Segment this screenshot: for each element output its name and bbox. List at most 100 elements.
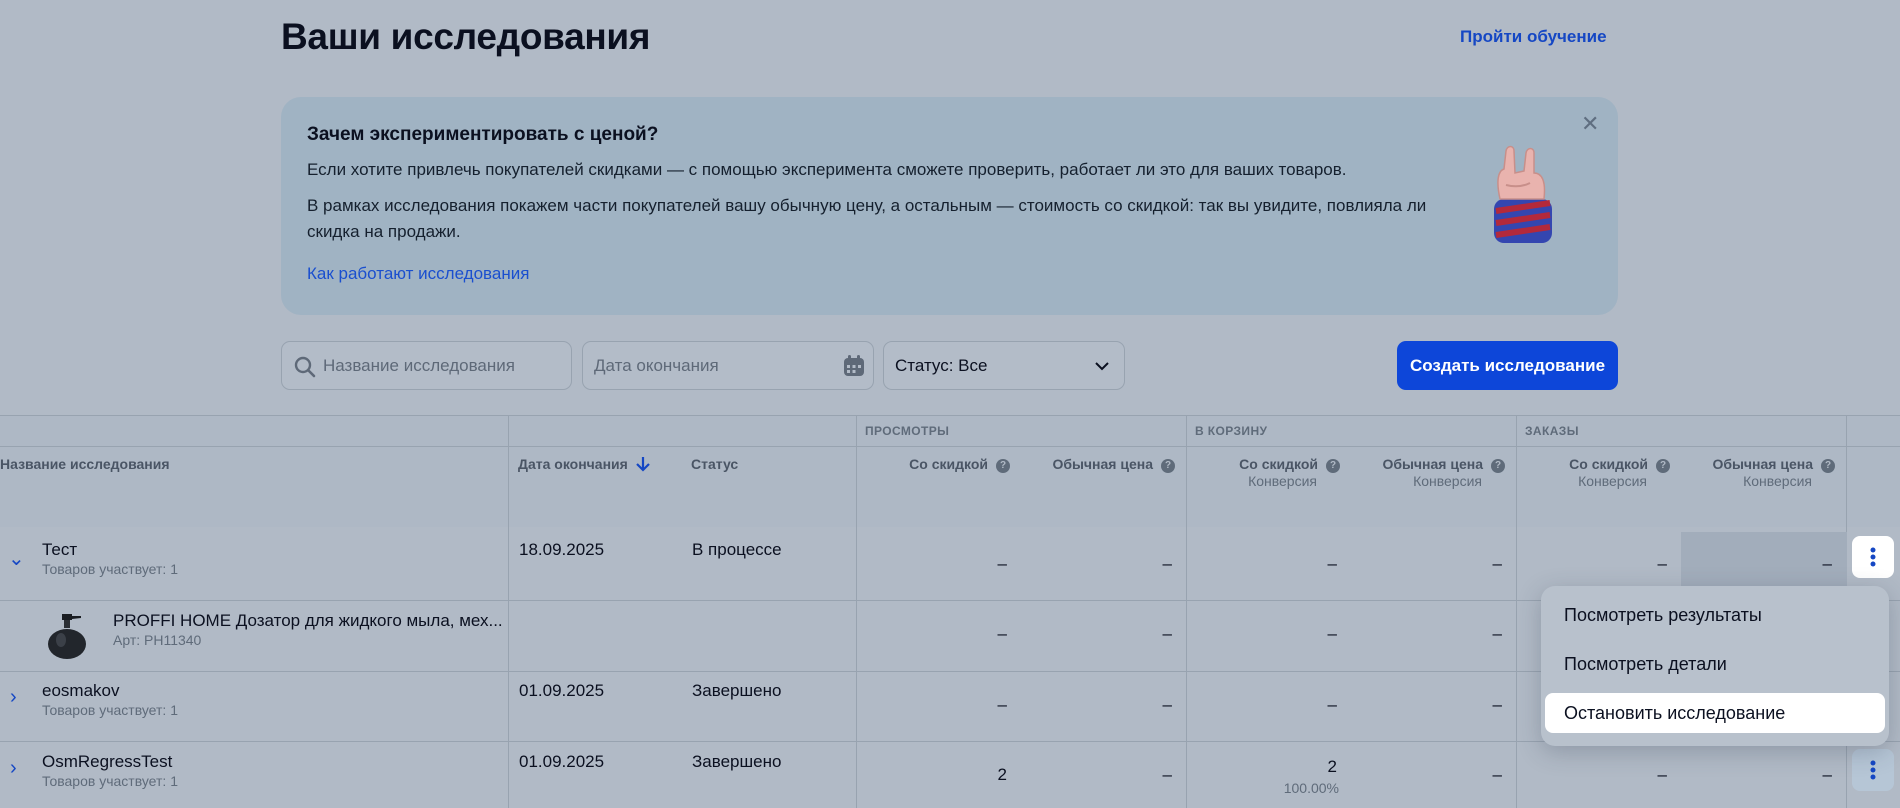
status-select-value: Статус: Все bbox=[895, 356, 988, 375]
menu-item-view-details[interactable]: Посмотреть детали bbox=[1564, 654, 1727, 675]
column-header-cart-discount: Со скидкой? bbox=[1190, 456, 1340, 473]
menu-item-stop-research[interactable]: Остановить исследование bbox=[1564, 703, 1785, 724]
orders-regular: – bbox=[1822, 765, 1832, 784]
column-subheader-conversion: Конверсия bbox=[1248, 473, 1317, 489]
column-subheader-conversion: Конверсия bbox=[1413, 473, 1482, 489]
cart-discount: – bbox=[1327, 695, 1337, 714]
header-label: Обычная цена bbox=[1052, 456, 1153, 472]
views-discount: – bbox=[997, 695, 1007, 714]
orders-regular: – bbox=[1822, 554, 1832, 573]
search-input[interactable]: Название исследования bbox=[281, 341, 572, 390]
header-label: Обычная цена bbox=[1712, 456, 1813, 472]
row-actions-button[interactable] bbox=[1852, 749, 1894, 791]
chevron-right-icon[interactable]: › bbox=[10, 757, 17, 780]
help-icon[interactable]: ? bbox=[1656, 459, 1670, 473]
end-date: 18.09.2025 bbox=[519, 540, 605, 559]
research-name[interactable]: eosmakov bbox=[42, 681, 119, 701]
cart-discount: – bbox=[1327, 554, 1337, 573]
banner-title: Зачем экспериментировать с ценой? bbox=[307, 124, 659, 145]
status-text: Завершено bbox=[692, 752, 782, 771]
divider bbox=[0, 415, 1900, 416]
views-regular: – bbox=[1162, 554, 1172, 573]
help-icon[interactable]: ? bbox=[1161, 459, 1175, 473]
views-discount: 2 bbox=[997, 765, 1007, 784]
research-items-count: Товаров участвует: 1 bbox=[42, 702, 178, 718]
cart-regular: – bbox=[1492, 554, 1502, 573]
column-header-status: Статус bbox=[691, 456, 739, 472]
end-date-field[interactable]: Дата окончания bbox=[582, 341, 874, 390]
status-select[interactable]: Статус: Все bbox=[883, 341, 1125, 390]
column-header-views-discount: Со скидкой? bbox=[860, 456, 1010, 473]
divider bbox=[1516, 415, 1517, 808]
product-name[interactable]: PROFFI HOME Дозатор для жидкого мыла, ме… bbox=[113, 611, 503, 631]
divider bbox=[508, 415, 509, 808]
header-label: Со скидкой bbox=[1239, 456, 1318, 472]
cart-discount: – bbox=[1327, 624, 1337, 643]
end-date: 01.09.2025 bbox=[519, 681, 605, 700]
product-article: Арт: PH11340 bbox=[113, 632, 202, 648]
views-regular: – bbox=[1162, 624, 1172, 643]
divider bbox=[0, 446, 1900, 447]
search-icon bbox=[294, 356, 316, 378]
chevron-down-icon bbox=[1095, 362, 1109, 371]
header-label: Со скидкой bbox=[909, 456, 988, 472]
menu-item-view-results[interactable]: Посмотреть результаты bbox=[1564, 605, 1762, 626]
kebab-menu-icon bbox=[1870, 760, 1876, 780]
column-header-end-date-label: Дата окончания bbox=[518, 456, 628, 472]
help-icon[interactable]: ? bbox=[1491, 459, 1505, 473]
help-icon[interactable]: ? bbox=[1326, 459, 1340, 473]
calendar-icon[interactable] bbox=[843, 355, 865, 377]
divider bbox=[1186, 415, 1187, 808]
group-header-orders: ЗАКАЗЫ bbox=[1525, 424, 1579, 438]
cart-regular: – bbox=[1492, 695, 1502, 714]
research-items-count: Товаров участвует: 1 bbox=[42, 561, 178, 577]
group-header-cart: В КОРЗИНУ bbox=[1195, 424, 1268, 438]
column-subheader-conversion: Конверсия bbox=[1743, 473, 1812, 489]
banner-paragraph-1: Если хотите привлечь покупателей скидкам… bbox=[307, 160, 1347, 179]
how-research-works-link[interactable]: Как работают исследования bbox=[307, 264, 529, 284]
header-label: Обычная цена bbox=[1382, 456, 1483, 472]
column-header-end-date[interactable]: Дата окончания bbox=[518, 456, 650, 472]
date-placeholder: Дата окончания bbox=[594, 356, 719, 375]
chevron-down-icon[interactable]: ⌄ bbox=[8, 546, 25, 571]
help-icon[interactable]: ? bbox=[1821, 459, 1835, 473]
column-header-views-regular: Обычная цена? bbox=[1025, 456, 1175, 473]
column-header-name[interactable]: Название исследования bbox=[0, 456, 170, 472]
create-research-button[interactable]: Создать исследование bbox=[1397, 341, 1618, 390]
training-link[interactable]: Пройти обучение bbox=[1460, 27, 1607, 47]
arrow-down-icon bbox=[635, 457, 650, 472]
page-title: Ваши исследования bbox=[281, 16, 651, 57]
banner-paragraph-2: В рамках исследования покажем части поку… bbox=[307, 196, 1427, 241]
column-header-orders-discount: Со скидкой? bbox=[1520, 456, 1670, 473]
orders-discount: – bbox=[1657, 765, 1667, 784]
views-regular: – bbox=[1162, 695, 1172, 714]
column-header-orders-regular: Обычная цена? bbox=[1685, 456, 1835, 473]
divider bbox=[856, 415, 857, 808]
research-name[interactable]: Тест bbox=[42, 540, 77, 560]
group-header-views: ПРОСМОТРЫ bbox=[865, 424, 950, 438]
cart-discount: 2 bbox=[1327, 757, 1337, 776]
views-discount: – bbox=[997, 624, 1007, 643]
row-actions-menu: Посмотреть результаты Посмотреть детали … bbox=[1541, 586, 1889, 746]
column-header-cart-regular: Обычная цена? bbox=[1355, 456, 1505, 473]
help-icon[interactable]: ? bbox=[996, 459, 1010, 473]
status-text: Завершено bbox=[692, 681, 782, 700]
product-thumbnail bbox=[43, 610, 93, 662]
chevron-right-icon[interactable]: › bbox=[10, 686, 17, 709]
cart-regular: – bbox=[1492, 765, 1502, 784]
row-actions-button[interactable] bbox=[1852, 536, 1894, 578]
header-label: Со скидкой bbox=[1569, 456, 1648, 472]
info-banner: Зачем экспериментировать с ценой? Если х… bbox=[281, 97, 1618, 315]
research-items-count: Товаров участвует: 1 bbox=[42, 773, 178, 789]
status-text: В процессе bbox=[692, 540, 782, 559]
views-regular: – bbox=[1162, 765, 1172, 784]
research-name[interactable]: OsmRegressTest bbox=[42, 752, 172, 772]
column-subheader-conversion: Конверсия bbox=[1578, 473, 1647, 489]
cart-regular: – bbox=[1492, 624, 1502, 643]
rock-hand-icon bbox=[1494, 145, 1552, 243]
cart-discount-conversion: 100.00% bbox=[1283, 780, 1339, 796]
search-placeholder: Название исследования bbox=[323, 356, 515, 375]
close-icon[interactable]: ✕ bbox=[1581, 111, 1599, 137]
end-date: 01.09.2025 bbox=[519, 752, 605, 771]
orders-discount: – bbox=[1657, 554, 1667, 573]
